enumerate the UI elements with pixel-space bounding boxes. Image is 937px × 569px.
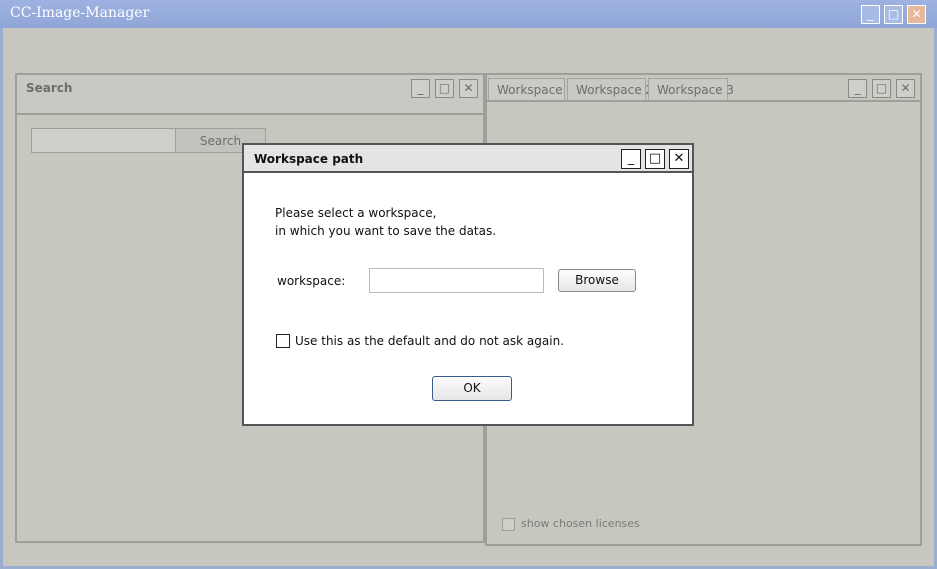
close-icon: ✕ xyxy=(900,81,911,95)
browse-button[interactable]: Browse xyxy=(558,269,636,292)
dialog-maximize-button[interactable]: □ xyxy=(645,149,665,169)
app-maximize-button[interactable]: □ xyxy=(884,5,903,24)
tab-workspace-3[interactable]: Workspace 3 xyxy=(648,78,734,100)
default-workspace-checkbox-label: Use this as the default and do not ask a… xyxy=(295,334,564,348)
workspace-panel-maximize-button[interactable]: □ xyxy=(872,79,891,98)
app-minimize-button[interactable]: _ xyxy=(861,5,880,24)
ok-button-label: OK xyxy=(463,381,481,395)
minimize-icon: _ xyxy=(867,7,874,21)
app-close-button[interactable]: ✕ xyxy=(907,5,926,24)
tab-label: Workspace 2 xyxy=(576,83,654,97)
workspace-path-dialog: Workspace path _ □ ✕ Please select a wor… xyxy=(242,143,694,426)
minimize-icon: _ xyxy=(417,81,424,95)
dialog-close-button[interactable]: ✕ xyxy=(669,149,689,169)
default-workspace-checkbox[interactable] xyxy=(276,334,290,348)
maximize-icon: □ xyxy=(438,81,451,95)
close-icon: ✕ xyxy=(463,81,474,95)
app-titlebar: CC-Image-Manager xyxy=(0,0,937,28)
workspace-path-input[interactable] xyxy=(369,268,544,293)
tab-workspace-2[interactable]: Workspace 2 xyxy=(567,78,653,100)
search-input[interactable] xyxy=(31,128,176,153)
dialog-message-line1: Please select a workspace, xyxy=(275,206,437,220)
dialog-message-line2: in which you want to save the datas. xyxy=(275,224,497,238)
close-icon: ✕ xyxy=(911,7,922,21)
search-panel-minimize-button[interactable]: _ xyxy=(411,79,430,98)
dialog-minimize-button[interactable]: _ xyxy=(621,149,641,169)
tab-strip-divider xyxy=(485,100,922,102)
tab-label: Workspace 3 xyxy=(657,83,735,97)
close-icon: ✕ xyxy=(673,151,685,166)
workspace-label: workspace: xyxy=(277,274,346,288)
tab-label: Workspace 1 xyxy=(497,83,575,97)
maximize-icon: □ xyxy=(875,81,888,95)
search-panel-maximize-button[interactable]: □ xyxy=(435,79,454,98)
show-licenses-checkbox[interactable] xyxy=(502,518,515,531)
ok-button[interactable]: OK xyxy=(432,376,512,401)
minimize-icon: _ xyxy=(854,81,861,95)
search-button-label: Search xyxy=(199,134,242,148)
app-title: CC-Image-Manager xyxy=(10,5,150,21)
show-licenses-label: show chosen licenses xyxy=(521,517,640,530)
dialog-title: Workspace path xyxy=(254,152,364,166)
tab-workspace-1[interactable]: Workspace 1 xyxy=(488,78,574,100)
maximize-icon: □ xyxy=(887,7,900,21)
workspace-panel-close-button[interactable]: ✕ xyxy=(896,79,915,98)
browse-button-label: Browse xyxy=(575,273,619,287)
minimize-icon: _ xyxy=(627,151,635,166)
workspace-panel-minimize-button[interactable]: _ xyxy=(848,79,867,98)
search-panel-title: Search xyxy=(26,81,73,95)
maximize-icon: □ xyxy=(648,151,662,166)
search-panel-close-button[interactable]: ✕ xyxy=(459,79,478,98)
